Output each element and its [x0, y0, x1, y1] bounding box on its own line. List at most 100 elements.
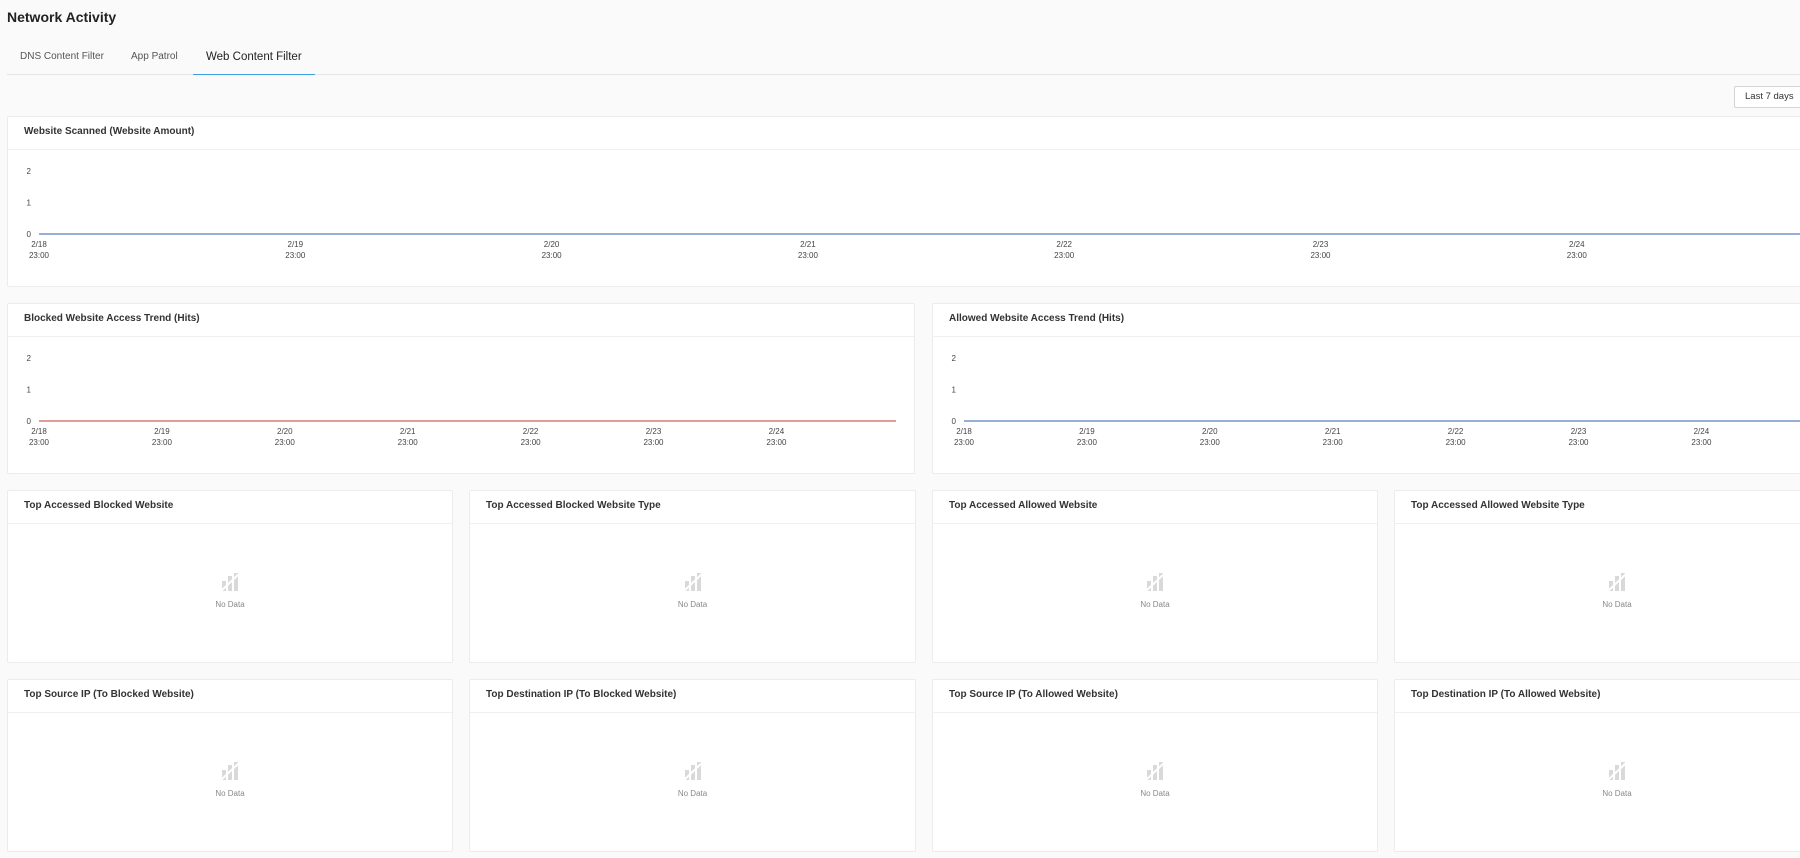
- x-tick-date: 2/24: [1569, 240, 1585, 249]
- x-tick-label: 2/20 23:00: [1200, 427, 1221, 447]
- no-data-icon: [220, 762, 240, 781]
- x-tick-date: 2/18: [31, 427, 47, 436]
- x-tick-time: 23:00: [954, 438, 975, 447]
- x-tick-label: 2/18 23:00: [954, 427, 975, 447]
- x-tick-label: 2/23 23:00: [643, 427, 664, 447]
- x-tick-label: 2/21 23:00: [1323, 427, 1344, 447]
- y-tick-label: 0: [27, 230, 32, 239]
- x-tick-time: 23:00: [643, 438, 664, 447]
- time-range-dropdown[interactable]: Last 7 days: [1734, 86, 1800, 108]
- x-tick-date: 2/23: [1571, 427, 1587, 436]
- x-tick-time: 23:00: [29, 251, 50, 260]
- card-title: Top Source IP (To Allowed Website): [949, 689, 1118, 700]
- tab-dns-content-filter[interactable]: DNS Content Filter: [7, 48, 117, 75]
- allowed-trend-card: Allowed Website Access Trend (Hits) 0 1 2 2…: [932, 303, 1800, 474]
- no-data: No Data: [470, 760, 915, 798]
- x-tick-date: 2/21: [800, 240, 816, 249]
- x-tick-date: 2/22: [1056, 240, 1072, 249]
- y-tick-label: 1: [27, 386, 32, 395]
- no-data: No Data: [8, 760, 452, 798]
- blocked-trend-card: Blocked Website Access Trend (Hits) 0 1 2 2…: [7, 303, 915, 474]
- x-tick-time: 23:00: [1691, 438, 1712, 447]
- x-tick-date: 2/23: [1313, 240, 1329, 249]
- no-data: No Data: [8, 571, 452, 609]
- tab-bar: DNS Content Filter App Patrol Web Conten…: [7, 48, 1800, 75]
- no-data: No Data: [1395, 571, 1800, 609]
- no-data-icon: [1145, 762, 1165, 781]
- top-destination-ip-allowed-card: Top Destination IP (To Allowed Website) …: [1394, 679, 1800, 852]
- card-title: Blocked Website Access Trend (Hits): [24, 313, 200, 324]
- x-tick-date: 2/22: [1448, 427, 1464, 436]
- card-divider: [470, 523, 915, 524]
- x-tick-label: 2/21 23:00: [398, 427, 419, 447]
- x-tick-label: 2/24 23:00: [766, 427, 787, 447]
- tab-app-patrol[interactable]: App Patrol: [118, 48, 191, 75]
- x-tick-time: 23:00: [1568, 438, 1589, 447]
- x-tick-date: 2/18: [956, 427, 972, 436]
- x-tick-date: 2/20: [277, 427, 293, 436]
- card-title: Top Accessed Allowed Website Type: [1411, 500, 1585, 511]
- y-tick-label: 2: [27, 167, 32, 176]
- x-tick-date: 2/19: [154, 427, 170, 436]
- x-tick-label: 2/20 23:00: [275, 427, 296, 447]
- x-tick-time: 23:00: [29, 438, 50, 447]
- x-tick-label: 2/22 23:00: [521, 427, 542, 447]
- card-divider: [933, 712, 1377, 713]
- no-data-icon: [1607, 762, 1627, 781]
- x-tick-label: 2/22 23:00: [1446, 427, 1467, 447]
- website-scanned-card: Website Scanned (Website Amount) 0 1 2 2/18…: [7, 116, 1800, 287]
- x-tick-date: 2/23: [646, 427, 662, 436]
- card-divider: [1395, 712, 1800, 713]
- x-tick-date: 2/24: [769, 427, 785, 436]
- x-tick-time: 23:00: [1446, 438, 1467, 447]
- x-tick-time: 23:00: [1200, 438, 1221, 447]
- card-divider: [8, 523, 452, 524]
- no-data-label: No Data: [677, 600, 708, 609]
- no-data-icon: [682, 762, 703, 781]
- y-tick-label: 0: [27, 417, 32, 426]
- x-tick-date: 2/21: [400, 427, 416, 436]
- x-tick-time: 23:00: [152, 438, 173, 447]
- x-tick-label: 2/19 23:00: [285, 240, 306, 260]
- card-divider: [1395, 523, 1800, 524]
- x-tick-time: 23:00: [521, 438, 542, 447]
- x-tick-label: 2/20 23:00: [542, 240, 563, 260]
- top-accessed-blocked-website-card: Top Accessed Blocked Website No Data: [7, 490, 453, 663]
- x-tick-label: 2/22 23:00: [1054, 240, 1075, 260]
- card-title: Top Destination IP (To Allowed Website): [1411, 689, 1601, 700]
- no-data-label: No Data: [215, 789, 245, 798]
- y-tick-label: 2: [952, 354, 957, 363]
- no-data-label: No Data: [1602, 789, 1632, 798]
- card-title: Website Scanned (Website Amount): [24, 126, 195, 137]
- card-divider: [8, 712, 452, 713]
- x-tick-label: 2/24 23:00: [1691, 427, 1712, 447]
- top-accessed-allowed-website-type-card: Top Accessed Allowed Website Type No Dat…: [1394, 490, 1800, 663]
- x-tick-time: 23:00: [1077, 438, 1098, 447]
- page-title: Network Activity: [7, 9, 117, 25]
- x-tick-label: 2/19 23:00: [152, 427, 173, 447]
- x-tick-time: 23:00: [766, 438, 787, 447]
- x-tick-label: 2/18 23:00: [29, 427, 50, 447]
- card-title: Top Accessed Blocked Website: [24, 500, 174, 511]
- no-data: No Data: [470, 571, 915, 609]
- x-tick-time: 23:00: [1054, 251, 1075, 260]
- no-data-label: No Data: [1140, 600, 1170, 609]
- card-divider: [933, 523, 1377, 524]
- card-title: Top Accessed Blocked Website Type: [486, 500, 661, 511]
- x-tick-date: 2/21: [1325, 427, 1341, 436]
- x-tick-label: 2/19 23:00: [1077, 427, 1098, 447]
- allowed-trend-chart: 0122/18 23:002/19 23:002/20 23:002/21 23:002…: [952, 354, 1800, 447]
- x-tick-date: 2/22: [523, 427, 539, 436]
- no-data: No Data: [933, 571, 1377, 609]
- y-tick-label: 1: [952, 386, 957, 395]
- x-tick-date: 2/18: [31, 240, 47, 249]
- x-tick-time: 23:00: [275, 438, 296, 447]
- x-tick-date: 2/20: [544, 240, 560, 249]
- x-tick-time: 23:00: [398, 438, 419, 447]
- tab-web-content-filter[interactable]: Web Content Filter: [193, 48, 315, 75]
- x-tick-label: 2/24 23:00: [1567, 240, 1588, 260]
- x-tick-time: 23:00: [1310, 251, 1331, 260]
- x-tick-label: 2/23 23:00: [1568, 427, 1589, 447]
- no-data: No Data: [1395, 760, 1800, 798]
- no-data-label: No Data: [1140, 789, 1170, 798]
